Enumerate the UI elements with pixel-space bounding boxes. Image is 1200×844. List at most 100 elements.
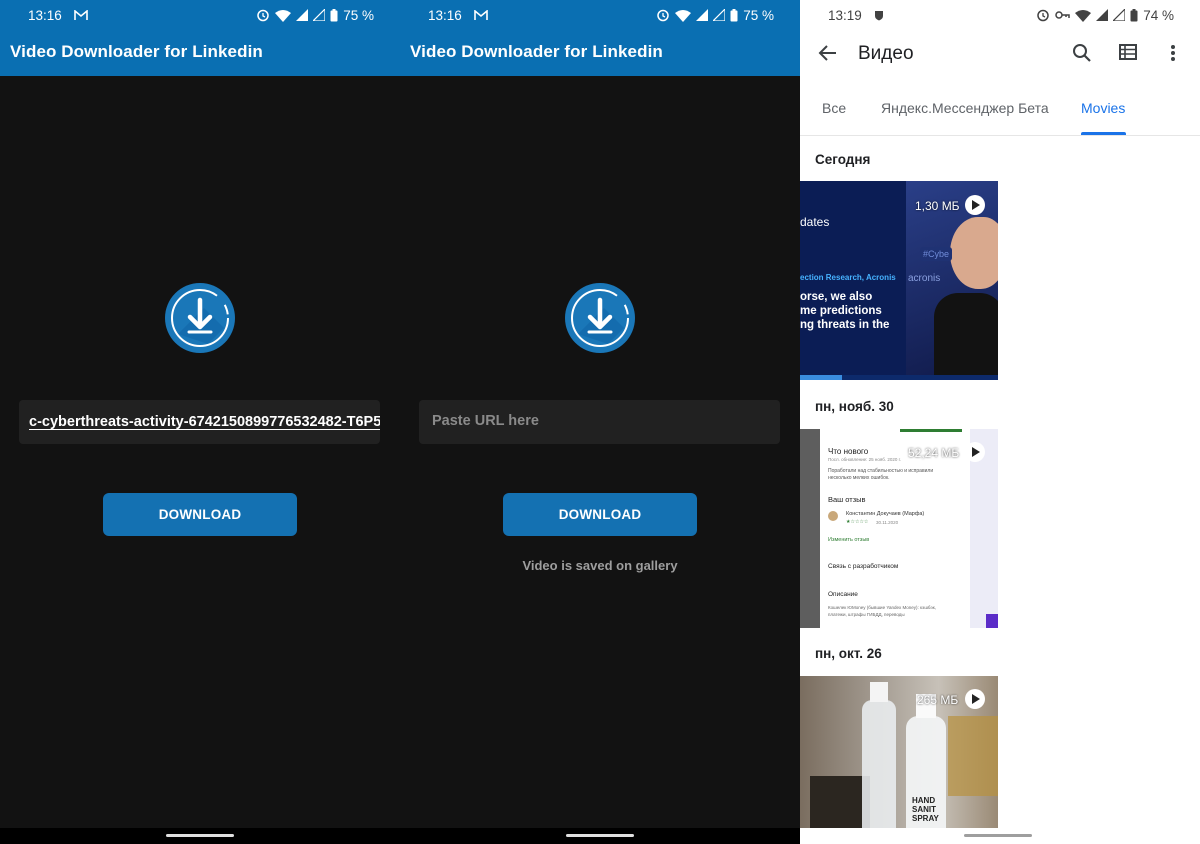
- app-bar: 13:16 75 % Video Downloader for Linkedin: [400, 0, 800, 76]
- video-text: me predictions: [800, 305, 882, 317]
- status-bar: 13:16 75 %: [400, 0, 800, 30]
- nav-bar: [800, 828, 1200, 844]
- status-time: 13:16: [28, 7, 62, 23]
- video-thumbnail[interactable]: Что нового Посл. обновление: 25 нояб. 20…: [800, 429, 998, 628]
- signal-icon: [713, 9, 726, 21]
- screen-gallery-videos: 13:19 74 % Видео Все Яндекс.Мессенджер Б…: [800, 0, 1200, 844]
- video-backdrop: [800, 429, 820, 628]
- play-icon: [965, 195, 985, 215]
- home-gesture-handle[interactable]: [964, 834, 1032, 837]
- bottle-label-line: SANIT: [912, 805, 936, 814]
- tab-bar: Все Яндекс.Мессенджер Бета Movies: [800, 88, 1200, 136]
- card-text: Поработали над стабильностью и исправили: [828, 468, 934, 474]
- bottle-label-line: HAND: [912, 796, 936, 805]
- card-text: платежи, штрафы ГИБДД, переводы: [828, 612, 905, 617]
- download-button[interactable]: DOWNLOAD: [103, 493, 297, 536]
- bg-object: [810, 776, 870, 828]
- status-bar: 13:19 74 %: [800, 0, 1200, 30]
- url-input[interactable]: c-cyberthreats-activity-6742150899776532…: [19, 400, 380, 444]
- battery-icon: [1130, 8, 1138, 21]
- tab-yandex-messenger[interactable]: Яндекс.Мессенджер Бета: [881, 100, 1049, 116]
- file-size: 1,30 МБ: [915, 199, 960, 213]
- url-input[interactable]: Paste URL here: [419, 400, 780, 444]
- side-strip-accent: [986, 614, 998, 628]
- status-time: 13:19: [828, 7, 862, 23]
- speaker-face: [950, 217, 998, 289]
- video-thumbnail[interactable]: #Cybe acronis dates ection Research, Acr…: [800, 181, 998, 380]
- tab-movies[interactable]: Movies: [1081, 100, 1125, 116]
- shield-icon: [874, 10, 883, 20]
- card-text: Связь с разработчиком: [828, 563, 899, 570]
- battery-icon: [730, 8, 738, 21]
- battery-percent: 75 %: [743, 7, 774, 23]
- tab-indicator: [1081, 132, 1126, 135]
- wifi-icon: [675, 9, 692, 22]
- battery-icon: [330, 8, 338, 21]
- card-text: Константин Докучаев (Марфа): [846, 511, 925, 517]
- card-text: Изменить отзыв: [828, 537, 870, 543]
- wifi-icon: [1075, 9, 1092, 22]
- search-icon[interactable]: [1072, 43, 1092, 63]
- card-text: несколько мелких ошибок.: [828, 475, 890, 481]
- home-gesture-handle[interactable]: [566, 834, 634, 837]
- play-icon: [965, 442, 985, 462]
- alarm-icon: [657, 9, 669, 22]
- download-logo-icon: [565, 283, 635, 353]
- signal-icon: [1096, 9, 1109, 21]
- nav-bar: [400, 828, 800, 844]
- video-text: dates: [800, 215, 830, 229]
- signal-icon: [1113, 9, 1126, 21]
- star-rating: ★☆☆☆☆: [846, 519, 869, 525]
- video-text: ection Research, Acronis: [800, 273, 896, 282]
- home-gesture-handle[interactable]: [166, 834, 234, 837]
- video-thumbnail[interactable]: HAND SANIT SPRAY 265 МБ: [800, 676, 998, 828]
- signal-icon: [296, 9, 309, 21]
- battery-percent: 75 %: [343, 7, 374, 23]
- video-bottom-strip: [800, 375, 998, 380]
- bottle-label-line: SPRAY: [912, 814, 939, 823]
- battery-percent: 74 %: [1143, 7, 1174, 23]
- brand-label: acronis: [908, 273, 941, 284]
- saved-status-message: Video is saved on gallery: [522, 558, 678, 573]
- vpn-key-icon: [1055, 11, 1070, 19]
- wifi-icon: [275, 9, 292, 22]
- card-accent: [900, 429, 962, 432]
- card-text: Что нового: [828, 447, 869, 456]
- toolbar: Видео: [800, 30, 1200, 76]
- hashtag-label: #Cybe: [920, 247, 953, 261]
- file-size: 265 МБ: [917, 693, 959, 707]
- bg-object: [948, 716, 998, 796]
- signal-icon: [313, 9, 326, 21]
- reviewer-avatar: [828, 511, 838, 521]
- video-bottom-strip-highlight: [800, 375, 842, 380]
- date-header: Сегодня: [815, 152, 871, 167]
- app-bar: 13:16 75 % Video Downloader for Linkedin: [0, 0, 400, 76]
- gmail-icon: [473, 9, 488, 20]
- url-input-value: c-cyberthreats-activity-6742150899776532…: [29, 413, 380, 430]
- card-text: Ваш отзыв: [828, 495, 866, 504]
- file-size: 52,24 МБ: [908, 446, 960, 460]
- download-button[interactable]: DOWNLOAD: [503, 493, 697, 536]
- status-bar: 13:16 75 %: [0, 0, 400, 30]
- signal-icon: [696, 9, 709, 21]
- screen-downloader-saved: 13:16 75 % Video Downloader for Linkedin…: [400, 0, 800, 844]
- download-logo-icon: [165, 283, 235, 353]
- back-arrow-icon[interactable]: [818, 43, 838, 63]
- card-text: 30.11.2020: [876, 520, 899, 525]
- spray-bottle-cap: [870, 682, 888, 702]
- nav-bar: [0, 828, 400, 844]
- card-text: Описание: [828, 591, 858, 598]
- gmail-icon: [73, 9, 88, 20]
- more-vert-icon[interactable]: [1170, 43, 1176, 63]
- main-content: Paste URL here DOWNLOAD Video is saved o…: [400, 76, 800, 828]
- tab-all[interactable]: Все: [822, 100, 846, 116]
- alarm-icon: [257, 9, 269, 22]
- bottle-label: HAND SANIT SPRAY: [912, 796, 939, 823]
- list-view-icon[interactable]: [1119, 44, 1137, 60]
- page-title: Видео: [858, 43, 914, 64]
- card-text: Посл. обновление: 25 нояб. 2020 г.: [828, 457, 901, 462]
- main-content: c-cyberthreats-activity-6742150899776532…: [0, 76, 400, 828]
- video-text: orse, we also: [800, 291, 873, 303]
- url-input-placeholder: Paste URL here: [432, 413, 539, 429]
- screen-downloader-filled: 13:16 75 % Video Downloader for Linkedin…: [0, 0, 400, 844]
